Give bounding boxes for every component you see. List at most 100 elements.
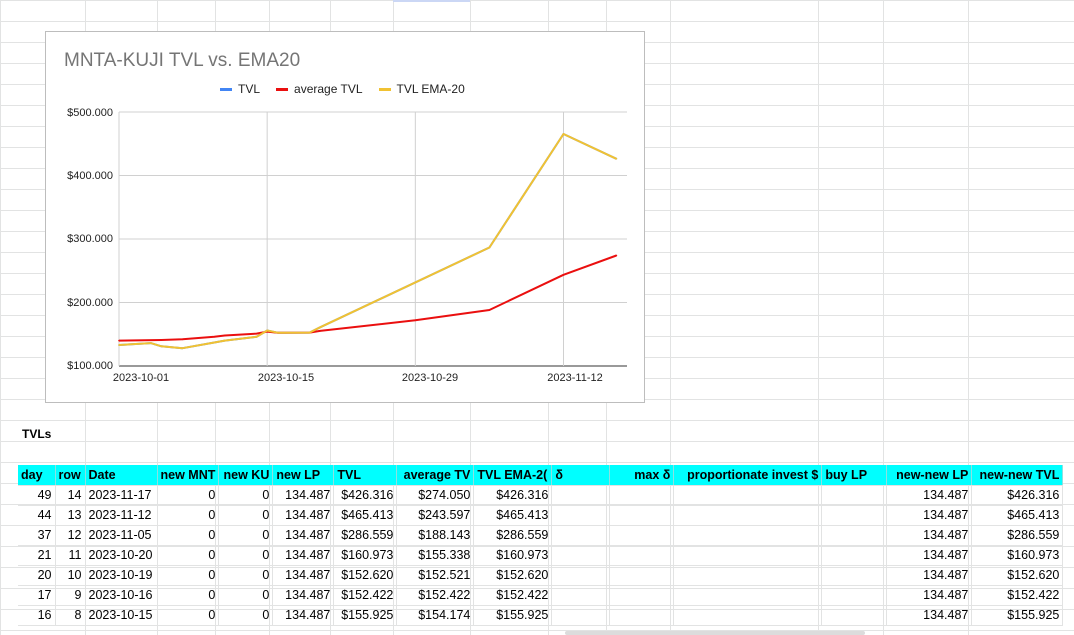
table-cell[interactable]: 0 [218, 505, 274, 526]
table-cell[interactable]: 134.487 [272, 565, 335, 586]
table-cell[interactable] [821, 545, 888, 566]
table-cell[interactable] [609, 545, 675, 566]
table-cell[interactable]: $426.316 [333, 485, 398, 506]
table-cell[interactable]: 16 [18, 605, 56, 626]
table-cell[interactable]: 134.487 [886, 505, 973, 526]
table-cell[interactable]: 2023-11-05 [85, 525, 158, 546]
table-cell[interactable] [551, 505, 611, 526]
table-cell[interactable] [673, 565, 823, 586]
table-cell[interactable]: 10 [55, 565, 86, 586]
table-cell[interactable]: 0 [157, 505, 220, 526]
column-header[interactable]: proportionate invest $ [673, 465, 823, 486]
table-cell[interactable] [551, 585, 611, 606]
table-cell[interactable] [551, 565, 611, 586]
table-cell[interactable]: 2023-10-16 [85, 585, 158, 606]
table-cell[interactable]: $152.422 [396, 585, 475, 606]
table-cell[interactable]: 134.487 [886, 565, 973, 586]
table-cell[interactable] [821, 525, 888, 546]
table-cell[interactable]: 134.487 [272, 505, 335, 526]
tvl-chart[interactable]: MNTA-KUJI TVL vs. EMA20 TVL average TVL … [45, 31, 645, 403]
column-header[interactable]: Date [85, 465, 158, 486]
column-header[interactable]: day [18, 465, 56, 486]
table-cell[interactable]: 2023-11-12 [85, 505, 158, 526]
table-cell[interactable]: 2023-10-19 [85, 565, 158, 586]
table-cell[interactable]: $152.620 [333, 565, 398, 586]
table-cell[interactable]: $155.925 [971, 605, 1064, 626]
table-cell[interactable]: 0 [218, 545, 274, 566]
table-cell[interactable]: 0 [218, 525, 274, 546]
column-header[interactable]: row [55, 465, 86, 486]
table-cell[interactable]: 14 [55, 485, 86, 506]
table-cell[interactable]: 0 [157, 605, 220, 626]
table-cell[interactable]: 0 [218, 585, 274, 606]
table-cell[interactable]: $465.413 [473, 505, 553, 526]
table-cell[interactable]: $465.413 [971, 505, 1064, 526]
table-cell[interactable] [609, 585, 675, 606]
table-cell[interactable]: 134.487 [886, 485, 973, 506]
table-cell[interactable] [673, 605, 823, 626]
table-cell[interactable]: 2023-10-20 [85, 545, 158, 566]
table-cell[interactable]: 134.487 [886, 605, 973, 626]
table-cell[interactable]: $286.559 [971, 525, 1064, 546]
table-cell[interactable] [551, 485, 611, 506]
table-cell[interactable]: 134.487 [272, 485, 335, 506]
table-cell[interactable]: 134.487 [272, 585, 335, 606]
table-cell[interactable]: 134.487 [272, 545, 335, 566]
table-cell[interactable]: 134.487 [886, 545, 973, 566]
table-cell[interactable] [821, 485, 888, 506]
table-cell[interactable] [673, 585, 823, 606]
table-cell[interactable]: 134.487 [272, 605, 335, 626]
table-cell[interactable] [609, 505, 675, 526]
table-cell[interactable] [673, 545, 823, 566]
table-cell[interactable] [551, 525, 611, 546]
table-cell[interactable]: $155.925 [333, 605, 398, 626]
column-header[interactable]: new MNT [157, 465, 220, 486]
table-cell[interactable]: 49 [18, 485, 56, 506]
column-header[interactable]: buy LP [821, 465, 888, 486]
table-cell[interactable] [821, 505, 888, 526]
table-cell[interactable] [673, 505, 823, 526]
table-cell[interactable]: 0 [157, 525, 220, 546]
table-cell[interactable]: $243.597 [396, 505, 475, 526]
table-cell[interactable]: 21 [18, 545, 56, 566]
table-cell[interactable]: $286.559 [473, 525, 553, 546]
table-cell[interactable]: $152.620 [971, 565, 1064, 586]
table-cell[interactable]: $426.316 [971, 485, 1064, 506]
table-cell[interactable] [551, 605, 611, 626]
table-cell[interactable]: $286.559 [333, 525, 398, 546]
table-cell[interactable]: $160.973 [473, 545, 553, 566]
table-cell[interactable] [821, 565, 888, 586]
table-cell[interactable]: 134.487 [272, 525, 335, 546]
table-cell[interactable] [609, 565, 675, 586]
table-cell[interactable]: $160.973 [971, 545, 1064, 566]
table-cell[interactable]: 0 [218, 605, 274, 626]
table-cell[interactable]: 44 [18, 505, 56, 526]
column-header[interactable]: new-new TVL [971, 465, 1064, 486]
table-cell[interactable]: $188.143 [396, 525, 475, 546]
table-cell[interactable]: 9 [55, 585, 86, 606]
table-cell[interactable]: 20 [18, 565, 56, 586]
table-cell[interactable] [609, 485, 675, 506]
table-cell[interactable]: $155.338 [396, 545, 475, 566]
table-cell[interactable]: 2023-10-15 [85, 605, 158, 626]
table-cell[interactable]: $465.413 [333, 505, 398, 526]
horizontal-scrollbar[interactable] [565, 631, 865, 635]
table-cell[interactable]: 37 [18, 525, 56, 546]
table-cell[interactable]: $274.050 [396, 485, 475, 506]
table-cell[interactable]: 0 [157, 545, 220, 566]
table-cell[interactable] [821, 585, 888, 606]
column-header[interactable]: TVL [333, 465, 398, 486]
table-cell[interactable]: 8 [55, 605, 86, 626]
table-cell[interactable]: $152.422 [333, 585, 398, 606]
column-header[interactable]: max δ [609, 465, 675, 486]
table-cell[interactable]: 12 [55, 525, 86, 546]
table-cell[interactable]: 0 [218, 485, 274, 506]
table-cell[interactable] [673, 525, 823, 546]
table-cell[interactable] [609, 605, 675, 626]
table-cell[interactable]: $152.422 [971, 585, 1064, 606]
table-cell[interactable]: $152.521 [396, 565, 475, 586]
table-cell[interactable]: $160.973 [333, 545, 398, 566]
table-cell[interactable] [551, 545, 611, 566]
table-cell[interactable]: 134.487 [886, 585, 973, 606]
column-header[interactable]: TVL EMA-2( [473, 465, 553, 486]
